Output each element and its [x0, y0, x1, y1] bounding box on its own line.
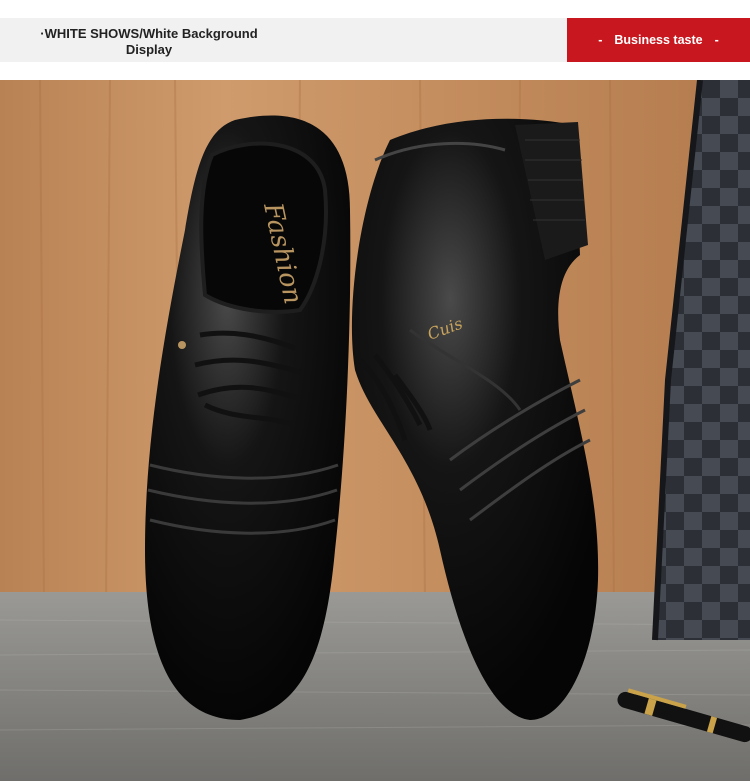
badge-dash-right: -: [714, 33, 719, 47]
header-title-line1: ·WHITE SHOWS/White Background: [40, 26, 258, 41]
product-photo: Fashion Cuis: [0, 80, 750, 781]
category-badge: - Business taste -: [567, 18, 750, 62]
badge-label: Business taste: [614, 33, 703, 47]
header-title-line2: Display: [125, 42, 173, 57]
header-title: ·WHITE SHOWS/White Background Display: [34, 26, 264, 58]
header-bar: ·WHITE SHOWS/White Background Display - …: [0, 0, 750, 80]
badge-dash-left: -: [598, 33, 603, 47]
